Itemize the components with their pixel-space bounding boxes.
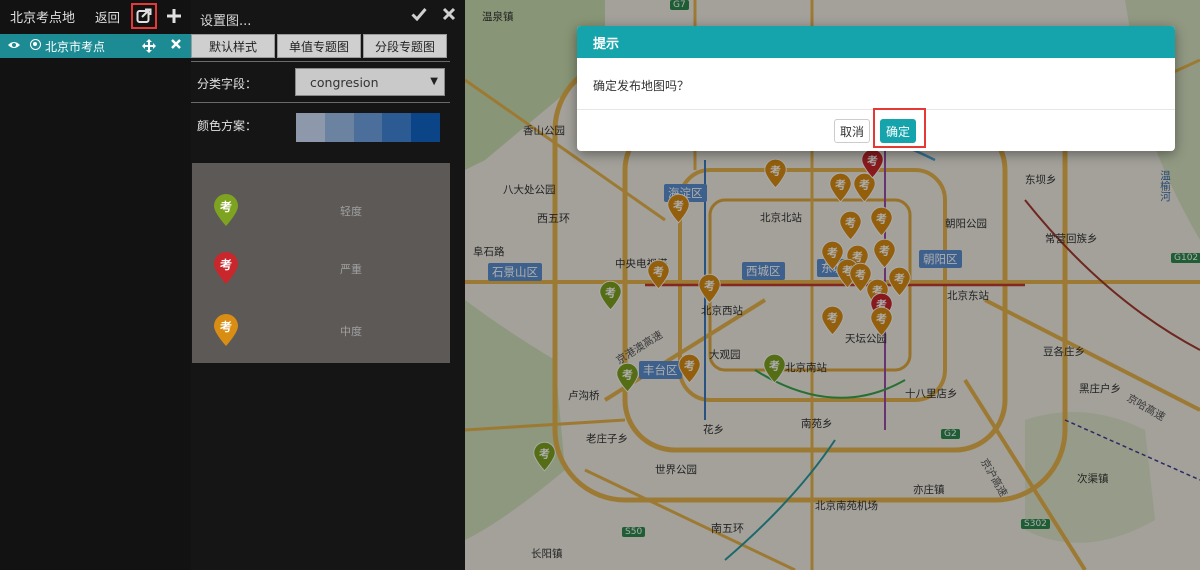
plus-icon (167, 9, 181, 23)
svg-text:考: 考 (220, 257, 232, 272)
color-scheme-label: 颜色方案： (197, 119, 258, 133)
layer-radio[interactable] (30, 39, 41, 50)
settings-header: 设置图... (191, 0, 465, 34)
style-tabs: 默认样式 单值专题图 分段专题图 (191, 34, 450, 60)
color-swatch (296, 113, 325, 142)
ok-button[interactable]: 确定 (880, 119, 916, 143)
color-ramp[interactable] (296, 113, 440, 142)
confirm-dialog: 提示 确定发布地图吗？ 取消 确定 (577, 26, 1175, 151)
marker-pin-icon: 考 (214, 252, 238, 284)
dialog-title: 提示 (593, 36, 620, 52)
layer-label: 北京市考点 (45, 40, 106, 54)
legend-label: 严重 (340, 263, 362, 276)
field-select-value: congresion (310, 74, 379, 90)
legend-label: 轻度 (340, 205, 362, 218)
move-icon[interactable] (141, 38, 157, 54)
close-icon[interactable] (170, 38, 182, 50)
back-link[interactable]: 返回 (95, 7, 120, 26)
publish-button[interactable] (131, 3, 157, 29)
check-icon[interactable] (411, 7, 427, 21)
svg-text:考: 考 (220, 319, 232, 334)
legend: 考 轻度 考 严重 考 中度 (192, 163, 450, 363)
color-swatch (382, 113, 412, 142)
color-swatch (411, 113, 440, 142)
legend-item: 考 中度 (192, 313, 450, 349)
field-select[interactable]: congresion ▼ (295, 68, 445, 96)
svg-text:考: 考 (220, 199, 232, 214)
divider (191, 61, 450, 62)
legend-item: 考 严重 (192, 251, 450, 287)
layer-item[interactable]: 北京市考点 (0, 34, 191, 58)
tab-unique-value[interactable]: 单值专题图 (277, 34, 361, 58)
field-label: 分类字段： (197, 77, 258, 91)
layer-panel-header: 北京考点地 返回 (0, 0, 191, 32)
cancel-button[interactable]: 取消 (834, 119, 870, 143)
settings-title: 设置图... (200, 14, 252, 29)
caret-down-icon: ▼ (430, 76, 438, 87)
legend-item: 考 轻度 (192, 193, 450, 229)
close-icon[interactable] (442, 7, 456, 21)
marker-pin-icon: 考 (214, 194, 238, 226)
color-swatch (324, 113, 354, 142)
map-title: 北京考点地 (10, 10, 76, 26)
share-icon (136, 8, 152, 23)
legend-label: 中度 (340, 325, 362, 338)
marker-pin-icon: 考 (214, 314, 238, 346)
dialog-header: 提示 (577, 26, 1175, 58)
eye-icon[interactable] (7, 39, 21, 51)
divider (191, 102, 450, 103)
dialog-message: 确定发布地图吗？ (593, 79, 690, 93)
tab-range-thematic[interactable]: 分段专题图 (363, 34, 447, 58)
style-settings-panel: 设置图... 默认样式 单值专题图 分段专题图 分类字段： congresion… (191, 0, 465, 570)
color-swatch (353, 113, 383, 142)
add-layer-button[interactable] (164, 5, 184, 27)
tab-default-style[interactable]: 默认样式 (191, 34, 275, 58)
layer-panel: 北京考点地 返回 北京市考点 (0, 0, 191, 570)
